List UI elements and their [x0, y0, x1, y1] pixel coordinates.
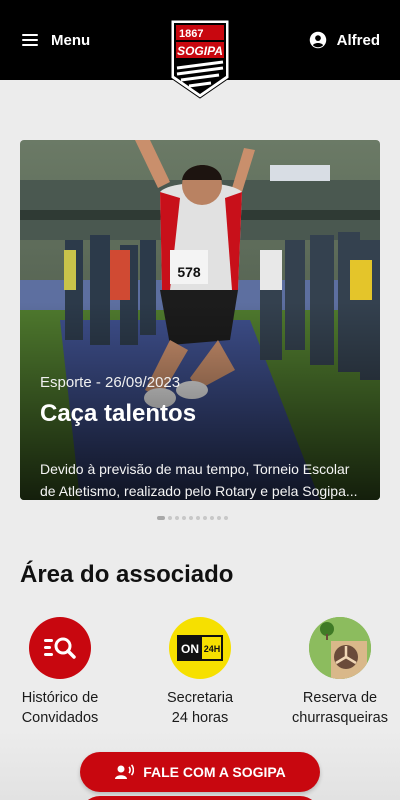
hero-photo: 578	[20, 140, 380, 500]
barbecue-reservation-shortcut[interactable]: Reserva de churrasqueiras	[275, 617, 400, 728]
carousel-dot[interactable]	[157, 516, 165, 520]
carousel-dot[interactable]	[203, 516, 207, 520]
guest-history-shortcut[interactable]: Histórico de Convidados	[0, 617, 125, 728]
logo-wordmark: SOGIPA	[177, 44, 223, 58]
carousel-dot[interactable]	[210, 516, 214, 520]
news-hero-card[interactable]: 578 Esporte - 26/09/2023 Caça talentos D…	[20, 140, 380, 500]
logo-year: 1867	[179, 28, 203, 40]
contact-sogipa-button[interactable]: FALE COM A SOGIPA	[80, 752, 320, 792]
contact-person-icon	[114, 764, 135, 780]
on-24h-icon: ON 24H	[169, 617, 231, 679]
carousel-dot[interactable]	[189, 516, 193, 520]
carousel-dot[interactable]	[168, 516, 172, 520]
menu-button[interactable]: Menu	[22, 29, 90, 51]
news-title: Caça talentos	[40, 400, 197, 427]
secretaria-label: Secretaria 24 horas	[166, 690, 234, 726]
carousel-dot[interactable]	[217, 516, 221, 520]
guest-history-label: Histórico de Convidados	[21, 690, 99, 726]
user-account-button[interactable]: Alfred	[309, 29, 380, 51]
carousel-dot[interactable]	[175, 516, 179, 520]
secretaria-24h-shortcut[interactable]: ON 24H Secretaria 24 horas	[135, 617, 265, 728]
carousel-pagination	[157, 516, 228, 520]
hamburger-icon	[22, 34, 38, 46]
menu-label: Menu	[51, 31, 91, 49]
barbecue-icon	[309, 617, 371, 679]
sogipa-logo[interactable]: 1867 SOGIPA	[169, 18, 231, 100]
carousel-dot[interactable]	[182, 516, 186, 520]
contact-sogipa-label: FALE COM A SOGIPA	[143, 764, 286, 780]
barbecue-label: Reserva de churrasqueiras	[292, 690, 388, 726]
guest-search-icon	[29, 617, 91, 679]
carousel-dot[interactable]	[196, 516, 200, 520]
user-avatar-icon	[309, 31, 326, 49]
carousel-dot[interactable]	[224, 516, 228, 520]
member-area-title: Área do associado	[20, 561, 234, 588]
svg-text:ON: ON	[181, 642, 199, 656]
user-name: Alfred	[336, 31, 380, 49]
secondary-button-partial[interactable]	[80, 796, 320, 800]
news-description: Devido à previsão de mau tempo, Torneio …	[40, 461, 358, 499]
news-meta: Esporte - 26/09/2023	[40, 374, 181, 391]
svg-text:24H: 24H	[204, 644, 221, 654]
